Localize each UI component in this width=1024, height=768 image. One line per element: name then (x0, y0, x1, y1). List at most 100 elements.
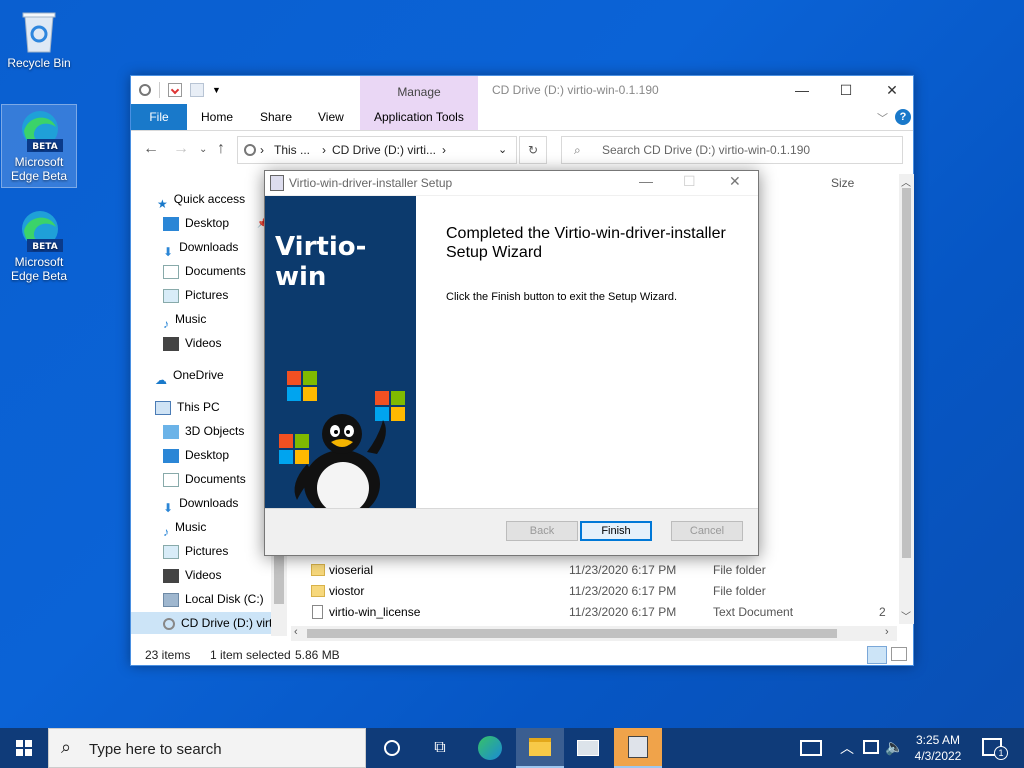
nav-qa-pictures[interactable]: Pictures (163, 284, 228, 306)
nav-quick-access[interactable]: ★ Quick access (157, 188, 245, 211)
large-icons-view-icon[interactable] (891, 647, 907, 661)
list-item[interactable]: viostor 11/23/2020 6:17 PM File folder (307, 581, 903, 602)
file-list-vertical-scrollbar[interactable]: ︿ ﹀ (899, 174, 914, 624)
file-name: vioserial (329, 563, 374, 577)
system-clock[interactable]: 3:25 AM 4/3/2022 (910, 732, 966, 764)
drive-icon[interactable] (139, 84, 151, 96)
file-list-horizontal-scrollbar[interactable]: ‹ › (291, 626, 897, 641)
expand-ribbon-icon[interactable]: ﹀ (877, 110, 888, 126)
refresh-button[interactable]: ↻ (519, 136, 547, 164)
finish-button[interactable]: Finish (580, 521, 652, 541)
new-folder-icon[interactable] (190, 83, 204, 97)
dialog-close-button[interactable]: ✕ (729, 173, 741, 190)
back-arrow-icon[interactable]: ← (143, 140, 159, 158)
installer-icon (270, 175, 284, 191)
nav-this-pc[interactable]: This PC (155, 396, 220, 418)
cortana-button[interactable] (368, 728, 416, 768)
action-center-button[interactable]: 1 (982, 738, 1008, 760)
tab-view[interactable]: View (306, 104, 356, 130)
list-item[interactable]: virtio-win_license 11/23/2020 6:17 PM Te… (307, 602, 903, 640)
breadcrumb-chevron-icon[interactable]: › (442, 137, 446, 163)
clock-date: 4/3/2022 (914, 749, 962, 763)
tab-home[interactable]: Home (189, 104, 245, 130)
list-item[interactable]: vioserial 11/23/2020 6:17 PM File folder (307, 560, 903, 581)
volume-muted-icon[interactable]: 🔈 (885, 738, 904, 756)
cube-icon (163, 424, 179, 439)
beta-badge: BETA (32, 142, 57, 152)
tab-file[interactable]: File (131, 104, 187, 130)
breadcrumb-this-pc[interactable]: This ... (274, 137, 310, 163)
nav-label: Pictures (185, 544, 229, 558)
clock-time: 3:25 AM (915, 733, 961, 747)
scrollbar-thumb[interactable] (307, 629, 837, 638)
cancel-button[interactable]: Cancel (671, 521, 743, 541)
scroll-up-arrow-icon[interactable]: ︿ (901, 174, 911, 189)
beta-badge: BETA (32, 242, 57, 252)
help-icon[interactable]: ? (895, 109, 911, 125)
show-hidden-icons-icon[interactable]: ︿ (840, 738, 854, 758)
start-button[interactable] (0, 728, 48, 768)
details-view-icon[interactable] (867, 646, 887, 664)
taskbar-file-explorer[interactable] (516, 728, 564, 768)
search-input[interactable]: ⌕ Search CD Drive (D:) virtio-win-0.1.19… (561, 136, 903, 164)
taskbar-mail[interactable] (564, 728, 612, 768)
nav-pc-downloads[interactable]: ⬇ Downloads (163, 492, 238, 515)
minimize-button[interactable]: — (779, 76, 825, 104)
properties-icon[interactable] (168, 83, 182, 97)
column-header-size[interactable]: Size (831, 176, 854, 190)
nav-qa-desktop[interactable]: Desktop 📌 (163, 212, 268, 234)
nav-onedrive[interactable]: ☁ OneDrive (155, 364, 224, 387)
nav-pc-desktop[interactable]: Desktop (163, 444, 229, 466)
scroll-right-arrow-icon[interactable]: › (885, 626, 889, 638)
tab-share[interactable]: Share (248, 104, 304, 130)
dialog-separator (265, 508, 758, 509)
nav-pc-cd-drive[interactable]: CD Drive (D:) virt (131, 612, 272, 634)
nav-pc-local-disk[interactable]: Local Disk (C:) (163, 588, 264, 610)
breadcrumb-cd-drive[interactable]: CD Drive (D:) virti... (332, 137, 436, 163)
explorer-titlebar[interactable]: ▼ Manage CD Drive (D:) virtio-win-0.1.19… (131, 76, 915, 131)
task-view-button[interactable]: ⧉ (416, 728, 464, 768)
dialog-maximize-button[interactable]: ☐ (683, 173, 696, 190)
nav-label: Desktop (185, 448, 230, 462)
nav-qa-videos[interactable]: Videos (163, 332, 221, 354)
nav-pc-videos[interactable]: Videos (163, 564, 221, 586)
address-dropdown-icon[interactable]: ⌄ (498, 137, 507, 163)
dialog-titlebar[interactable]: Virtio-win-driver-installer Setup — ☐ ✕ (265, 171, 758, 195)
close-button[interactable]: ✕ (869, 76, 915, 104)
file-explorer-icon (529, 738, 551, 756)
scroll-left-arrow-icon[interactable]: ‹ (294, 626, 298, 638)
forward-arrow-icon[interactable]: → (173, 140, 189, 158)
dialog-minimize-button[interactable]: — (639, 173, 653, 189)
taskbar-setup-installer[interactable] (614, 728, 662, 768)
status-selected: 1 item selected (210, 648, 291, 662)
nav-pc-3d-objects[interactable]: 3D Objects (163, 420, 244, 442)
music-note-icon: ♪ (163, 524, 169, 539)
ribbon-tabs: File Home Share View Application Tools ﹀… (131, 104, 913, 131)
touch-keyboard-icon[interactable] (800, 740, 822, 756)
nav-pc-pictures[interactable]: Pictures (163, 540, 228, 562)
breadcrumb-chevron-icon[interactable]: › (322, 137, 326, 163)
breadcrumb-chevron-icon[interactable]: › (260, 137, 264, 163)
nav-pc-music[interactable]: ♪ Music (163, 516, 206, 539)
customize-qat-icon[interactable]: ▼ (212, 83, 222, 97)
nav-label: Pictures (185, 288, 229, 302)
up-arrow-icon[interactable]: ↑ (217, 140, 225, 158)
maximize-button[interactable]: ☐ (823, 76, 869, 104)
desktop-icon-recycle-bin[interactable]: Recycle Bin (1, 6, 77, 70)
back-button[interactable]: Back (506, 521, 578, 541)
nav-qa-documents[interactable]: Documents (163, 260, 246, 282)
scrollbar-thumb[interactable] (902, 188, 911, 558)
nav-qa-downloads[interactable]: ⬇ Downloads (163, 236, 238, 259)
network-icon[interactable] (863, 740, 879, 754)
scroll-down-arrow-icon[interactable]: ﹀ (901, 608, 911, 623)
installer-banner: Virtio-win (265, 196, 416, 508)
tab-application-tools[interactable]: Application Tools (362, 104, 476, 130)
address-bar[interactable]: › This ... › CD Drive (D:) virti... › ⌄ (237, 136, 517, 164)
desktop-icon-edge-beta-2[interactable]: BETA Microsoft Edge Beta (1, 205, 77, 283)
desktop-icon-edge-beta-1[interactable]: BETA Microsoft Edge Beta (1, 104, 77, 188)
taskbar-search-box[interactable]: ⌕ Type here to search (48, 728, 366, 768)
recent-dropdown-icon[interactable]: ⌄ (199, 144, 207, 155)
nav-qa-music[interactable]: ♪ Music (163, 308, 206, 331)
nav-pc-documents[interactable]: Documents (163, 468, 246, 490)
taskbar-edge[interactable] (466, 728, 514, 768)
